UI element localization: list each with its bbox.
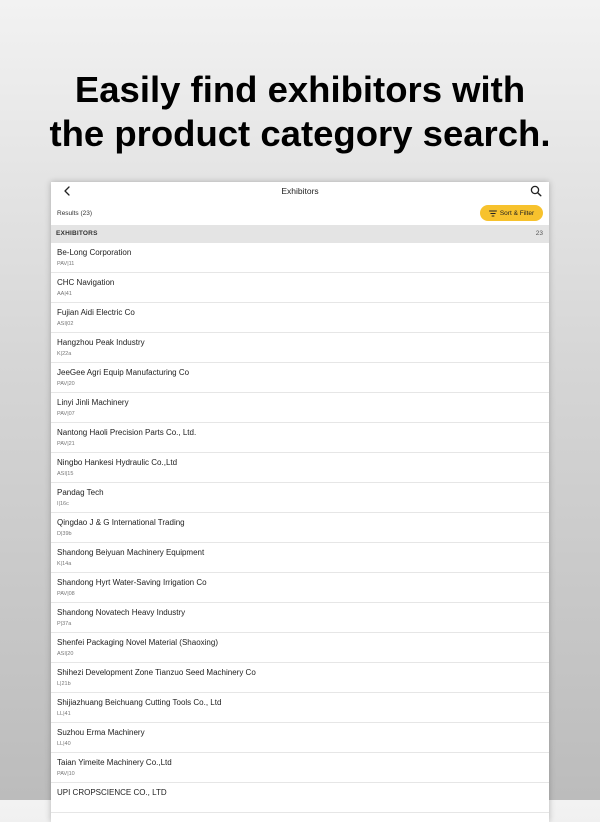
exhibitor-booth: PAV|07 bbox=[57, 411, 75, 417]
exhibitor-name: UPI CROPSCIENCE CO., LTD bbox=[57, 788, 167, 797]
exhibitor-row[interactable]: Shihezi Development Zone Tianzuo Seed Ma… bbox=[51, 663, 549, 693]
exhibitor-row[interactable]: Nantong Haoli Precision Parts Co., Ltd. P… bbox=[51, 423, 549, 453]
exhibitor-row[interactable]: Shenfei Packaging Novel Material (Shaoxi… bbox=[51, 633, 549, 663]
nav-bar: Exhibitors bbox=[51, 182, 549, 202]
exhibitor-name: Shandong Beiyuan Machinery Equipment bbox=[57, 548, 205, 557]
exhibitor-name: Qingdao J & G International Trading bbox=[57, 518, 185, 527]
marketing-headline: Easily find exhibitors with the product … bbox=[0, 68, 600, 156]
exhibitor-row[interactable]: Taian Yimeite Machinery Co.,Ltd PAV|10 bbox=[51, 753, 549, 783]
exhibitor-booth: L|21b bbox=[57, 681, 71, 687]
exhibitor-name: JeeGee Agri Equip Manufacturing Co bbox=[57, 368, 190, 377]
exhibitor-name: Shenfei Packaging Novel Material (Shaoxi… bbox=[57, 638, 218, 647]
exhibitor-booth: PAV|08 bbox=[57, 591, 75, 597]
exhibitor-booth: D|39b bbox=[57, 531, 72, 537]
exhibitor-row[interactable]: Linyi Jinli Machinery PAV|07 bbox=[51, 393, 549, 423]
search-button[interactable] bbox=[529, 184, 543, 198]
exhibitor-row[interactable]: Pandag Tech I|16c bbox=[51, 483, 549, 513]
exhibitor-row[interactable]: Shandong Beiyuan Machinery Equipment K|14… bbox=[51, 543, 549, 573]
section-header: EXHIBITORS 23 bbox=[51, 225, 549, 243]
exhibitor-row[interactable]: Hangzhou Peak Industry K|22a bbox=[51, 333, 549, 363]
exhibitor-name: Taian Yimeite Machinery Co.,Ltd bbox=[57, 758, 172, 767]
exhibitor-booth: ASI|15 bbox=[57, 471, 74, 477]
filter-icon bbox=[488, 210, 497, 217]
exhibitor-booth: PAV|20 bbox=[57, 381, 75, 387]
sort-filter-button[interactable]: Sort & Filter bbox=[480, 205, 543, 221]
exhibitor-name: Shandong Novatech Heavy Industry bbox=[57, 608, 186, 617]
exhibitor-list: Be-Long Corporation PAV|11 CHC Navigation… bbox=[51, 243, 549, 813]
exhibitor-name: Ningbo Hankesi Hydraulic Co.,Ltd bbox=[57, 458, 178, 467]
exhibitor-name: Linyi Jinli Machinery bbox=[57, 398, 129, 407]
exhibitor-booth: ASI|02 bbox=[57, 321, 74, 327]
exhibitor-booth: K|14a bbox=[57, 561, 72, 567]
exhibitor-row[interactable]: UPI CROPSCIENCE CO., LTD bbox=[51, 783, 549, 813]
exhibitor-name: Suzhou Erma Machinery bbox=[57, 728, 145, 737]
exhibitor-booth: PAV|10 bbox=[57, 771, 75, 777]
exhibitor-booth: ASI|20 bbox=[57, 651, 74, 657]
exhibitor-name: Shijiazhuang Beichuang Cutting Tools Co.… bbox=[57, 698, 222, 707]
exhibitor-name: Nantong Haoli Precision Parts Co., Ltd. bbox=[57, 428, 197, 437]
sort-filter-label: Sort & Filter bbox=[499, 209, 535, 217]
app-screen: Exhibitors Results (23) Sort & Filter EX… bbox=[51, 182, 549, 822]
exhibitor-row[interactable]: JeeGee Agri Equip Manufacturing Co PAV|20 bbox=[51, 363, 549, 393]
exhibitor-booth: I|16c bbox=[57, 501, 69, 507]
exhibitor-booth: P|37a bbox=[57, 621, 72, 627]
exhibitor-name: Hangzhou Peak Industry bbox=[57, 338, 145, 347]
exhibitor-booth: AA|41 bbox=[57, 291, 72, 297]
headline-line-1: Easily find exhibitors with bbox=[74, 69, 526, 110]
exhibitor-row[interactable]: Shandong Novatech Heavy Industry P|37a bbox=[51, 603, 549, 633]
exhibitor-row[interactable]: Shandong Hyrt Water-Saving Irrigation Co… bbox=[51, 573, 549, 603]
exhibitor-name: Fujian Aidi Electric Co bbox=[57, 308, 135, 317]
exhibitor-name: Be-Long Corporation bbox=[57, 248, 132, 257]
exhibitor-row[interactable]: Ningbo Hankesi Hydraulic Co.,Ltd ASI|15 bbox=[51, 453, 549, 483]
exhibitor-name: CHC Navigation bbox=[57, 278, 115, 287]
exhibitor-name: Shandong Hyrt Water-Saving Irrigation Co bbox=[57, 578, 207, 587]
exhibitor-name: Shihezi Development Zone Tianzuo Seed Ma… bbox=[57, 668, 256, 677]
exhibitor-row[interactable]: Fujian Aidi Electric Co ASI|02 bbox=[51, 303, 549, 333]
results-bar: Results (23) Sort & Filter bbox=[51, 202, 549, 225]
section-count: 23 bbox=[535, 230, 543, 237]
exhibitor-booth: LL|40 bbox=[57, 741, 71, 747]
exhibitor-booth: PAV|21 bbox=[57, 441, 75, 447]
exhibitor-booth: PAV|11 bbox=[57, 261, 75, 267]
exhibitor-row[interactable]: Shijiazhuang Beichuang Cutting Tools Co.… bbox=[51, 693, 549, 723]
exhibitor-booth: LL|41 bbox=[57, 711, 71, 717]
exhibitor-name: Pandag Tech bbox=[57, 488, 104, 497]
search-icon bbox=[530, 185, 542, 197]
section-title: EXHIBITORS bbox=[56, 230, 98, 237]
exhibitor-row[interactable]: CHC Navigation AA|41 bbox=[51, 273, 549, 303]
results-count: Results (23) bbox=[57, 210, 93, 217]
page-title: Exhibitors bbox=[281, 186, 319, 196]
headline-line-2: the product category search. bbox=[49, 113, 551, 154]
exhibitor-row[interactable]: Be-Long Corporation PAV|11 bbox=[51, 243, 549, 273]
exhibitor-row[interactable]: Suzhou Erma Machinery LL|40 bbox=[51, 723, 549, 753]
exhibitor-row[interactable]: Qingdao J & G International Trading D|39b bbox=[51, 513, 549, 543]
exhibitor-booth: K|22a bbox=[57, 351, 72, 357]
